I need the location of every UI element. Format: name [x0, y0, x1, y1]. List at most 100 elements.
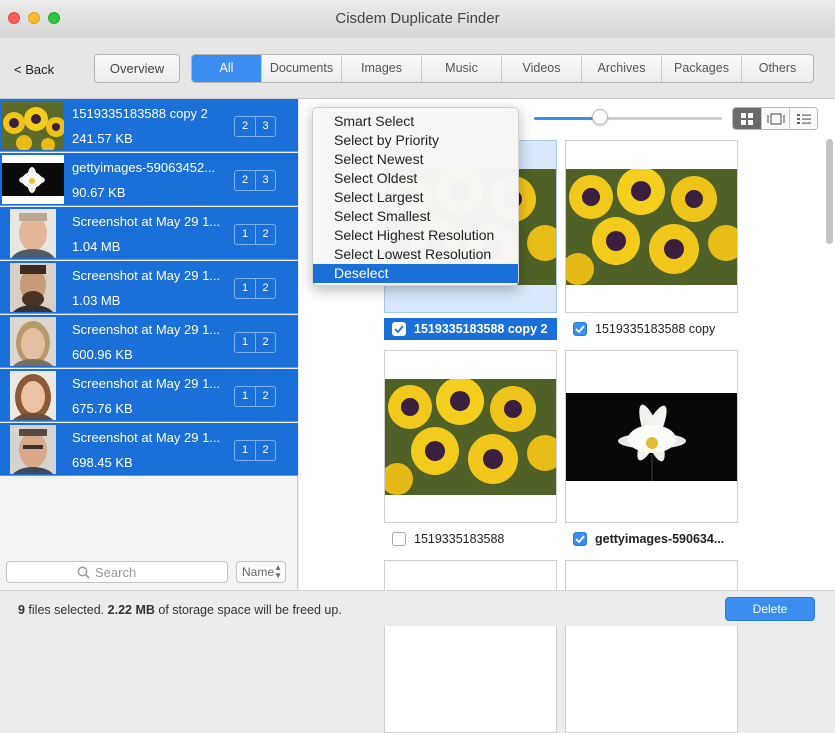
vertical-scrollbar[interactable]: [826, 139, 833, 244]
group-name: Screenshot at May 29 1...: [72, 376, 221, 391]
image-card[interactable]: [565, 140, 738, 313]
group-size: 1.03 MB: [72, 293, 121, 308]
menu-item-select-largest[interactable]: Select Largest: [313, 188, 518, 207]
group-name: gettyimages-59063452...: [72, 160, 216, 175]
back-button[interactable]: < Back: [14, 62, 54, 77]
image-filename: 1519335183588 copy 2: [414, 322, 548, 336]
select-checkbox[interactable]: [573, 532, 587, 546]
toolbar: < Back Overview All Documents Images Mus…: [0, 38, 835, 99]
image-preview: [566, 167, 737, 285]
grid-view-icon[interactable]: [733, 108, 761, 129]
group-count-badge: 12: [234, 278, 276, 299]
group-name: Screenshot at May 29 1...: [72, 214, 221, 229]
summary-text-2: of storage space will be freed up.: [154, 603, 342, 617]
sort-select[interactable]: Name ▲ ▼: [236, 561, 286, 583]
group-size: 241.57 KB: [72, 131, 133, 146]
group-size: 698.45 KB: [72, 455, 133, 470]
zoom-slider-fill: [534, 117, 600, 120]
title-bar: Cisdem Duplicate Finder: [0, 0, 835, 38]
sort-label: Name: [242, 565, 275, 579]
menu-item-deselect[interactable]: Deselect: [313, 264, 518, 283]
overview-button[interactable]: Overview: [94, 54, 180, 83]
menu-item-select-newest[interactable]: Select Newest: [313, 150, 518, 169]
group-thumbnail: [2, 263, 64, 312]
group-thumbnail: [2, 317, 64, 366]
image-filename: 1519335183588 copy: [595, 322, 716, 336]
tab-all[interactable]: All: [192, 55, 261, 82]
selection-summary: 9 files selected. 2.22 MB of storage spa…: [18, 603, 342, 617]
image-card[interactable]: [565, 560, 738, 733]
image-card[interactable]: [384, 350, 557, 523]
image-caption[interactable]: 1519335183588 copy 2: [384, 318, 557, 340]
tab-images[interactable]: Images: [341, 55, 421, 82]
image-preview: [385, 377, 556, 495]
menu-item-select-by-priority[interactable]: Select by Priority: [313, 131, 518, 150]
select-checkbox[interactable]: [392, 532, 406, 546]
category-tabs: All Documents Images Music Videos Archiv…: [191, 54, 814, 83]
image-caption[interactable]: 1519335183588 copy: [565, 318, 738, 340]
group-thumbnail: [2, 371, 64, 420]
image-caption[interactable]: gettyimages-590634...: [565, 528, 738, 550]
group-size: 1.04 MB: [72, 239, 121, 254]
tab-archives[interactable]: Archives: [581, 55, 661, 82]
zoom-slider[interactable]: [534, 117, 722, 120]
group-count-badge: 12: [234, 224, 276, 245]
freed-size: 2.22 MB: [107, 603, 155, 617]
group-item[interactable]: Screenshot at May 29 1... 675.76 KB 12: [0, 369, 298, 422]
group-size: 675.76 KB: [72, 401, 133, 416]
menu-item-select-smallest[interactable]: Select Smallest: [313, 207, 518, 226]
group-count-badge: 12: [234, 332, 276, 353]
group-count-badge: 23: [234, 116, 276, 137]
group-name: Screenshot at May 29 1...: [72, 268, 221, 283]
duplicate-groups-sidebar: 1519335183588 copy 2 241.57 KB 23 gettyi…: [0, 99, 298, 590]
status-bar: 9 files selected. 2.22 MB of storage spa…: [0, 590, 835, 626]
group-item[interactable]: Screenshot at May 29 1... 600.96 KB 12: [0, 315, 298, 368]
select-menu: Smart Select Select by Priority Select N…: [312, 107, 519, 286]
group-item[interactable]: gettyimages-59063452... 90.67 KB 23: [0, 153, 298, 206]
group-item[interactable]: 1519335183588 copy 2 241.57 KB 23: [0, 99, 298, 152]
group-thumbnail: [2, 155, 64, 204]
zoom-slider-knob[interactable]: [591, 109, 608, 125]
group-name: Screenshot at May 29 1...: [72, 322, 221, 337]
image-card[interactable]: [565, 350, 738, 523]
tab-videos[interactable]: Videos: [501, 55, 581, 82]
group-thumbnail: [2, 425, 64, 474]
group-thumbnail: [2, 101, 64, 150]
group-item[interactable]: Screenshot at May 29 1... 698.45 KB 12: [0, 423, 298, 476]
filmstrip-view-icon[interactable]: [761, 108, 789, 129]
delete-button[interactable]: Delete: [725, 597, 815, 621]
image-preview: [566, 393, 737, 481]
list-view-icon[interactable]: [789, 108, 817, 129]
group-count-badge: 12: [234, 386, 276, 407]
group-item[interactable]: Screenshot at May 29 1... 1.04 MB 12: [0, 207, 298, 260]
summary-text-1: files selected.: [24, 603, 108, 617]
image-caption[interactable]: 1519335183588: [384, 528, 557, 550]
group-size: 90.67 KB: [72, 185, 126, 200]
menu-item-smart-select[interactable]: Smart Select: [313, 112, 518, 131]
group-item[interactable]: Screenshot at May 29 1... 1.03 MB 12: [0, 261, 298, 314]
tab-packages[interactable]: Packages: [661, 55, 741, 82]
tab-others[interactable]: Others: [741, 55, 813, 82]
menu-item-select-highest-resolution[interactable]: Select Highest Resolution: [313, 226, 518, 245]
sort-arrows-icon: ▲ ▼: [274, 563, 282, 580]
group-thumbnail: [2, 209, 64, 258]
menu-item-select-oldest[interactable]: Select Oldest: [313, 169, 518, 188]
selected-count: 9: [18, 603, 25, 617]
image-filename: 1519335183588: [414, 532, 505, 546]
search-input[interactable]: Search: [6, 561, 228, 583]
group-count-badge: 12: [234, 440, 276, 461]
menu-item-select-lowest-resolution[interactable]: Select Lowest Resolution: [313, 245, 518, 264]
select-checkbox[interactable]: [573, 322, 587, 336]
tab-music[interactable]: Music: [421, 55, 501, 82]
window-title: Cisdem Duplicate Finder: [335, 10, 500, 27]
group-count-badge: 23: [234, 170, 276, 191]
tab-documents[interactable]: Documents: [261, 55, 341, 82]
group-name: Screenshot at May 29 1...: [72, 430, 221, 445]
select-checkbox[interactable]: [392, 322, 406, 336]
group-name: 1519335183588 copy 2: [72, 106, 208, 121]
search-icon: [77, 566, 90, 582]
group-size: 600.96 KB: [72, 347, 133, 362]
view-mode-switcher: [732, 107, 818, 130]
search-placeholder: Search: [95, 565, 137, 580]
image-card[interactable]: [384, 560, 557, 733]
